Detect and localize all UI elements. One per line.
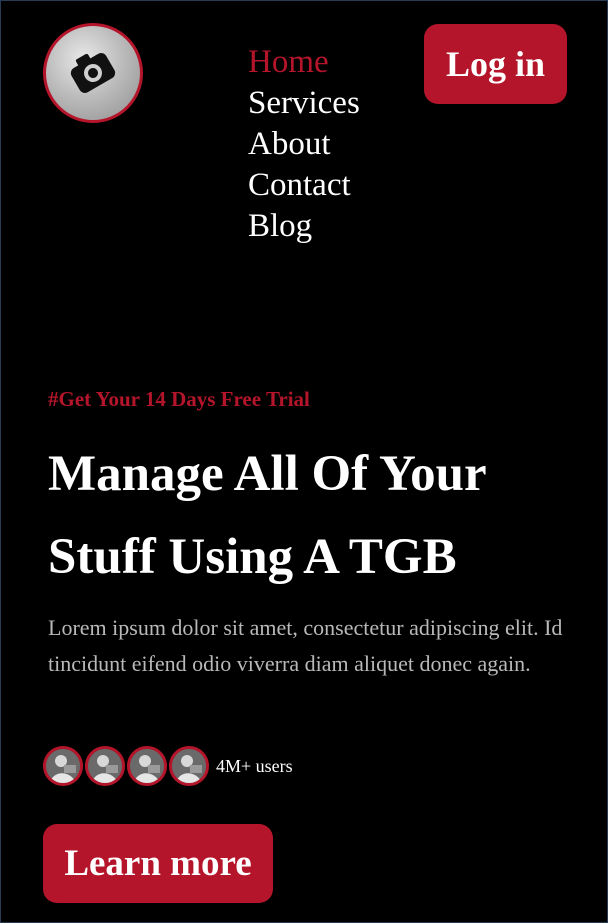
nav-item-blog[interactable]: Blog [248, 206, 360, 247]
hero-headline: Manage All Of Your Stuff Using A TGB [48, 433, 588, 599]
nav-item-home[interactable]: Home [248, 42, 360, 83]
promo-tagline: #Get Your 14 Days Free Trial [48, 387, 310, 411]
user-avatars-group: 4M+ users [43, 746, 293, 786]
headline-line-2: Stuff Using A TGB [48, 529, 457, 585]
logo[interactable] [43, 23, 143, 123]
nav-item-services[interactable]: Services [248, 83, 360, 124]
avatar [85, 746, 125, 786]
users-count: 4M+ users [216, 755, 293, 776]
main-nav: Home Services About Contact Blog [248, 42, 360, 247]
avatar [127, 746, 167, 786]
avatar [43, 746, 83, 786]
camera-tag-icon [70, 53, 116, 93]
page-frame: Home Services About Contact Blog Log in … [0, 0, 608, 923]
nav-item-about[interactable]: About [248, 124, 360, 165]
nav-item-contact[interactable]: Contact [248, 165, 360, 206]
login-button[interactable]: Log in [424, 24, 567, 104]
avatar [169, 746, 209, 786]
headline-line-1: Manage All Of Your [48, 446, 487, 502]
hero-description: Lorem ipsum dolor sit amet, consectetur … [48, 615, 563, 676]
learn-more-button[interactable]: Learn more [43, 824, 273, 903]
